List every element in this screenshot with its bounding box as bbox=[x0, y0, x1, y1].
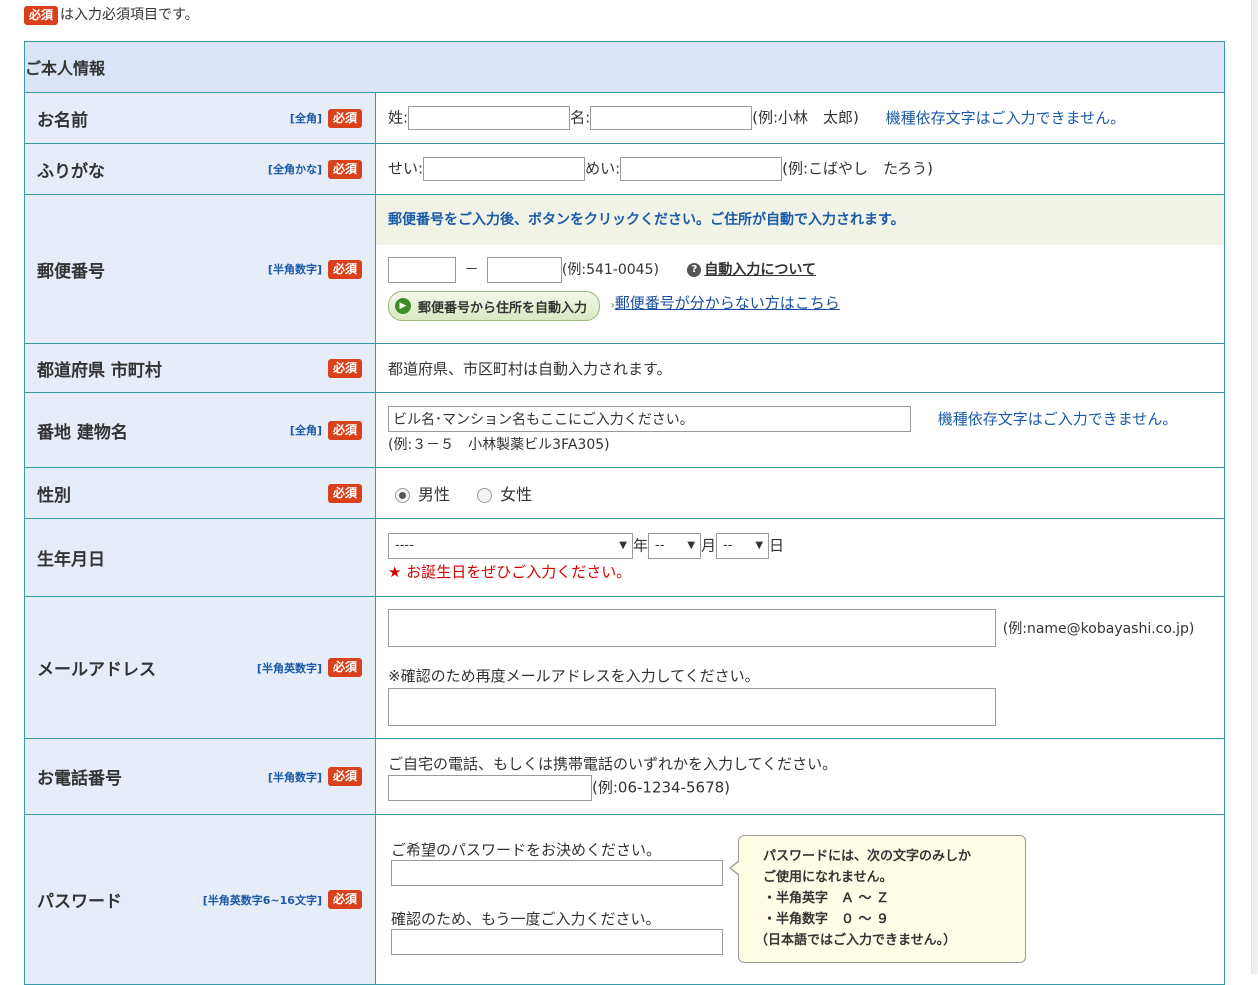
birth-day-select[interactable]: -- ▼ bbox=[716, 533, 770, 559]
star-icon: ★ bbox=[388, 563, 402, 581]
phone-input[interactable] bbox=[388, 774, 592, 801]
first-name-input[interactable] bbox=[590, 106, 753, 130]
birthday-label: 生年月日 bbox=[37, 550, 105, 570]
required-badge: 必須 bbox=[327, 890, 362, 909]
required-badge: 必須 bbox=[327, 159, 362, 179]
zip-type-tag: [半角数字] bbox=[267, 263, 322, 276]
row-email: メールアドレス [半角英数字] 必須 (例:name@kobayashi.co.j… bbox=[24, 596, 1226, 739]
last-name-input[interactable] bbox=[408, 106, 571, 130]
zip-first-input[interactable] bbox=[388, 257, 456, 283]
furigana-first-input[interactable] bbox=[620, 157, 783, 181]
zip-instruction: 郵便番号をご入力後、ボタンをクリックください。ご住所が自動で入力されます。 bbox=[376, 195, 1225, 245]
address-notice: 機種依存文字はご入力できません。 bbox=[937, 409, 1178, 428]
required-badge: 必須 bbox=[24, 5, 59, 25]
name-type-tag: [全角] bbox=[289, 112, 322, 125]
gender-label: 性別 bbox=[37, 485, 71, 506]
birthday-note: お誕生日をぜひご入力ください。 bbox=[406, 563, 632, 581]
furigana-label: ふりがな bbox=[37, 161, 105, 182]
birth-year-select[interactable]: ---- ▼ bbox=[388, 533, 633, 559]
password-type-tag: [半角英数字6~16文字] bbox=[202, 893, 322, 907]
row-furigana: ふりがな [全角かな] 必須 せい: めい: (例:こばやし たろう) bbox=[24, 143, 1226, 195]
phone-label: お電話番号 bbox=[37, 769, 122, 789]
email-label: メールアドレス bbox=[37, 660, 156, 680]
required-badge: 必須 bbox=[327, 108, 362, 128]
address-label: 番地 建物名 bbox=[37, 422, 128, 443]
radio-male[interactable] bbox=[395, 488, 410, 503]
radio-female[interactable] bbox=[477, 488, 493, 503]
row-name: お名前 [全角] 必須 姓: 名: (例:小林 太郎) 機種依存文字はご入力できません… bbox=[24, 92, 1226, 144]
address-input[interactable] bbox=[388, 406, 911, 432]
zip-label: 郵便番号 bbox=[37, 261, 105, 282]
phone-note: ご自宅の電話、もしくは携帯電話のいずれかを入力してください。 bbox=[388, 754, 838, 773]
required-note: 必須 は入力必須項目です。 bbox=[24, 5, 199, 25]
gender-male-option[interactable]: 男性 bbox=[395, 485, 450, 504]
row-password: パスワード [半角英数字6~16文字] 必須 ご希望のパスワードをお決めください。… bbox=[24, 814, 1226, 985]
phone-type-tag: [半角数字] bbox=[267, 770, 322, 784]
dropdown-arrow-icon: ▼ bbox=[687, 540, 696, 551]
year-suffix: 年 bbox=[633, 536, 649, 555]
section-title: ご本人情報 bbox=[23, 41, 1226, 93]
required-note-text: は入力必須項目です。 bbox=[60, 7, 199, 23]
password-input[interactable] bbox=[391, 860, 723, 886]
email-input[interactable] bbox=[388, 609, 996, 647]
play-icon: ▶ bbox=[395, 298, 411, 314]
row-address: 番地 建物名 [全角] 必須 機種依存文字はご入力できません。 (例:３－５ 小林… bbox=[24, 392, 1226, 468]
required-badge: 必須 bbox=[327, 483, 362, 503]
last-name-prefix: 姓: bbox=[388, 108, 409, 127]
month-suffix: 月 bbox=[701, 536, 717, 555]
row-birthday: 生年月日 ---- ▼ 年 -- ▼ 月 -- ▼ 日 ★ お誕生日をぜひご入力ください。 bbox=[24, 518, 1226, 597]
dropdown-arrow-icon: ▼ bbox=[619, 540, 627, 551]
address-type-tag: [全角] bbox=[289, 424, 322, 437]
first-name-prefix: 名: bbox=[570, 108, 591, 127]
zip-dash: － bbox=[464, 262, 479, 278]
day-suffix: 日 bbox=[769, 536, 785, 555]
row-zip: 郵便番号 [半角数字] 必須 郵便番号をご入力後、ボタンをクリックください。ご住所… bbox=[24, 194, 1226, 344]
email-confirm-input[interactable] bbox=[388, 688, 996, 726]
furigana-last-prefix: せい: bbox=[388, 159, 424, 178]
personal-info-form: ご本人情報 お名前 [全角] 必須 姓: 名: (例:小林 太郎) 機種依存文字はご入… bbox=[23, 41, 1226, 985]
scrollbar[interactable] bbox=[1251, 0, 1258, 974]
password-label: パスワード bbox=[37, 892, 122, 912]
birth-month-select[interactable]: -- ▼ bbox=[648, 533, 702, 559]
dropdown-arrow-icon: ▼ bbox=[755, 540, 764, 551]
furigana-last-input[interactable] bbox=[423, 157, 586, 181]
zip-example: (例:541-0045) bbox=[561, 262, 659, 278]
zip-autofill-button[interactable]: ▶ 郵便番号から住所を自動入力 bbox=[388, 291, 601, 321]
prefecture-text: 都道府県、市区町村は自動入力されます。 bbox=[374, 343, 1226, 393]
prefecture-label: 都道府県 市町村 bbox=[37, 360, 162, 381]
gender-female-option[interactable]: 女性 bbox=[477, 485, 532, 504]
name-example: (例:小林 太郎) bbox=[752, 108, 859, 127]
furigana-type-tag: [全角かな] bbox=[267, 163, 322, 176]
required-badge: 必須 bbox=[327, 420, 362, 440]
row-phone: お電話番号 [半角数字] 必須 ご自宅の電話、もしくは携帯電話のいずれかを入力して… bbox=[24, 738, 1226, 815]
phone-example: (例:06-1234-5678) bbox=[592, 778, 731, 796]
furigana-example: (例:こばやし たろう) bbox=[782, 159, 933, 178]
email-type-tag: [半角英数字] bbox=[256, 661, 322, 675]
required-badge: 必須 bbox=[327, 259, 362, 279]
required-badge: 必須 bbox=[327, 358, 362, 378]
row-prefecture: 都道府県 市町村 必須 都道府県、市区町村は自動入力されます。 bbox=[24, 343, 1226, 393]
auto-input-help-link[interactable]: ? 自動入力について bbox=[687, 262, 816, 278]
furigana-first-prefix: めい: bbox=[585, 159, 621, 178]
password-rules-tooltip: パスワードには、次の文字のみしか ご使用になれません。 ・半角英字 Ａ ～ Ｚ … bbox=[729, 835, 1026, 963]
question-icon: ? bbox=[687, 263, 702, 277]
zip-unknown-link[interactable]: 郵便番号が分からない方はこちら bbox=[615, 294, 840, 312]
required-badge: 必須 bbox=[327, 767, 362, 786]
password-confirm-input[interactable] bbox=[391, 929, 723, 955]
required-badge: 必須 bbox=[327, 658, 362, 677]
email-confirm-note: ※確認のため再度メールアドレスを入力してください。 bbox=[388, 667, 760, 685]
name-notice: 機種依存文字はご入力できません。 bbox=[885, 108, 1126, 127]
zip-second-input[interactable] bbox=[486, 257, 562, 283]
address-example: (例:３－５ 小林製薬ビル3FA305) bbox=[388, 437, 610, 453]
name-label: お名前 bbox=[37, 110, 88, 131]
email-example: (例:name@kobayashi.co.jp) bbox=[1002, 620, 1195, 637]
row-gender: 性別 必須 男性 女性 bbox=[24, 467, 1226, 519]
